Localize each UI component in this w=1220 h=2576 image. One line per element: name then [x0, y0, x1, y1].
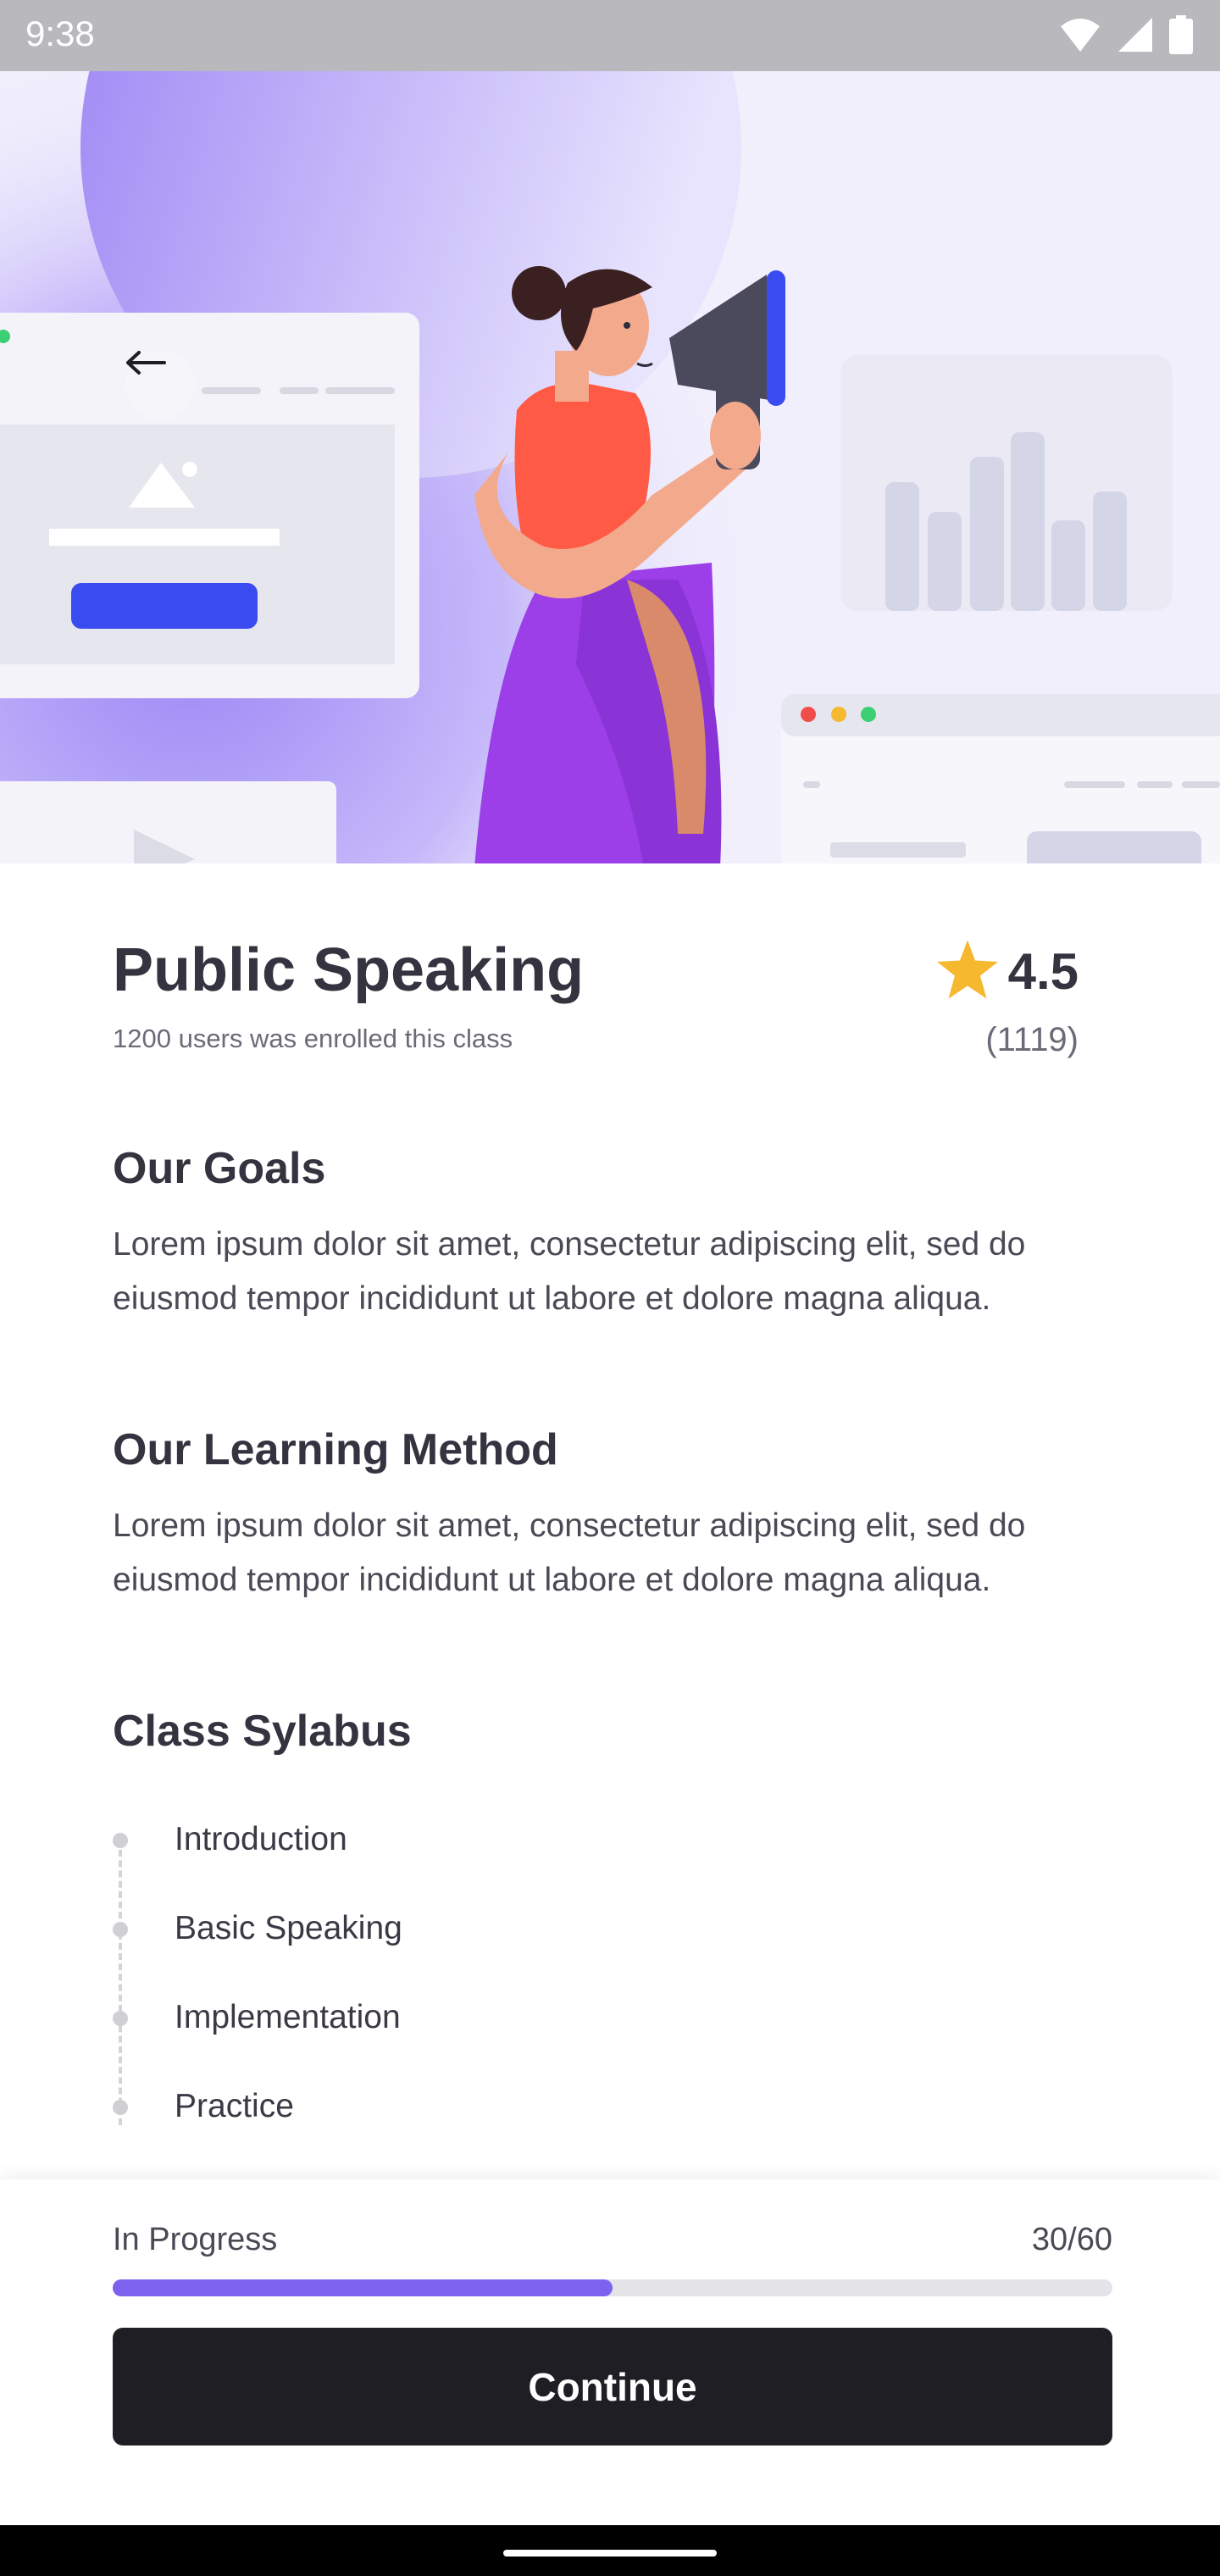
syllabus-item-implementation: Implementation [175, 1999, 401, 2035]
wifi-icon [1059, 16, 1101, 58]
goals-title: Our Goals [113, 1144, 326, 1193]
home-gesture-handle[interactable] [503, 2550, 717, 2557]
course-title: Public Speaking [113, 936, 585, 1004]
syllabus-item-basic-speaking: Basic Speaking [175, 1910, 402, 1946]
progress-fill [113, 2279, 613, 2296]
status-bar: 9:38 [0, 0, 1220, 71]
signal-icon [1117, 16, 1154, 58]
rating-count: (1119) [985, 1021, 1079, 1058]
hero-illustration [0, 71, 1220, 863]
rating: 4.5 [936, 940, 1079, 1003]
status-time: 9:38 [25, 14, 95, 53]
enrolled-text: 1200 users was enrolled this class [113, 1024, 513, 1053]
system-nav-bar [0, 2525, 1220, 2576]
progress-label: In Progress [113, 2222, 278, 2257]
syllabus-title: Class Sylabus [113, 1707, 412, 1756]
syllabus-timeline [119, 1840, 122, 2125]
learning-method-text: Lorem ipsum dolor sit amet, consectetur … [113, 1507, 1026, 1598]
status-icons [1059, 15, 1193, 58]
progress-count: 30/60 [1031, 2222, 1112, 2257]
syllabus-dot [113, 2011, 128, 2026]
goals-text: Lorem ipsum dolor sit amet, consectetur … [113, 1226, 1026, 1317]
syllabus-dot [113, 2100, 128, 2115]
syllabus-item-practice: Practice [175, 2088, 294, 2124]
progress-bar [113, 2279, 1112, 2296]
learning-method-title: Our Learning Method [113, 1425, 558, 1474]
back-button[interactable] [125, 351, 195, 420]
syllabus-dot [113, 1922, 128, 1937]
continue-button[interactable]: Continue [113, 2328, 1112, 2446]
syllabus-item-introduction: Introduction [175, 1821, 347, 1857]
syllabus-dot [113, 1833, 128, 1848]
progress-panel: In Progress 30/60 Continue [0, 2179, 1220, 2525]
star-icon [936, 940, 998, 1003]
rating-value: 4.5 [1007, 943, 1079, 1000]
battery-icon [1169, 15, 1193, 58]
megaphone-woman-illustration [0, 71, 1220, 863]
